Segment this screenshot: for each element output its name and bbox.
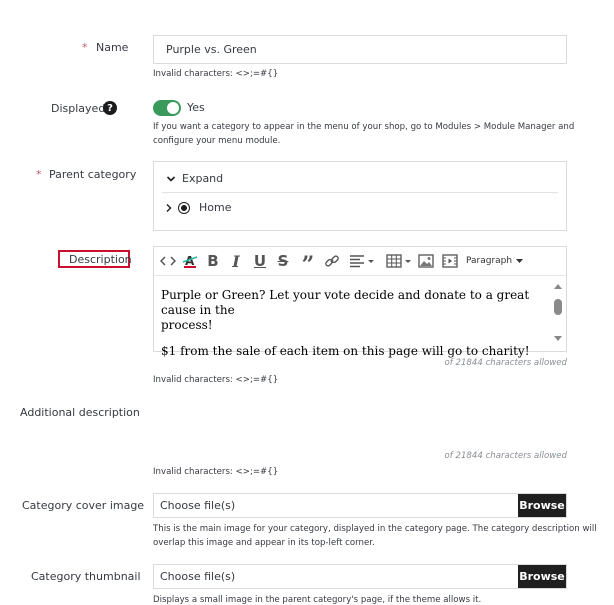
cover-image-label: Category cover image (22, 499, 145, 512)
thumbnail-browse-button[interactable]: Browse (518, 565, 566, 588)
image-icon[interactable] (418, 253, 434, 269)
cover-image-hint-1: This is the main image for your category… (153, 524, 597, 534)
description-label: Description (69, 253, 132, 266)
displayed-hint-2: configure your menu module. (153, 136, 281, 146)
chevron-right-icon[interactable] (164, 203, 174, 213)
chevron-down-icon (166, 175, 176, 182)
cover-image-browse-button[interactable]: Browse (518, 494, 566, 517)
editor-paragraph-1-line-1: Purple or Green? Let your vote decide an… (161, 288, 530, 317)
thumbnail-placeholder: Choose file(s) (160, 570, 236, 583)
scrollbar-thumb[interactable] (554, 299, 562, 315)
radio-dot (181, 204, 187, 211)
text-color-icon[interactable]: A (182, 253, 198, 269)
additional-description-hint: Invalid characters: <>;=#{} (153, 467, 279, 477)
category-tree: Expand Home (153, 161, 567, 231)
name-label: Name (96, 41, 129, 54)
displayed-label: Displayed (51, 102, 106, 115)
name-hint: Invalid characters: <>;=#{} (153, 69, 279, 79)
additional-description-label: Additional description (20, 406, 140, 419)
strikethrough-icon[interactable]: S (276, 252, 290, 270)
name-value: Purple vs. Green (166, 43, 257, 56)
thumbnail-hint: Displays a small image in the parent cat… (153, 595, 482, 605)
required-asterisk: * (82, 41, 88, 54)
help-icon[interactable]: ? (103, 101, 117, 115)
toggle-label: Yes (187, 101, 205, 114)
required-asterisk: * (36, 168, 42, 181)
paragraph-label: Paragraph (466, 256, 513, 266)
editor-toolbar: A B I U S ” Paragraph (154, 247, 566, 276)
editor-paragraph-1-line-2: process! (161, 318, 213, 332)
scroll-up-icon[interactable] (552, 282, 564, 290)
media-icon[interactable] (442, 253, 458, 269)
table-dropdown-icon[interactable] (386, 253, 412, 269)
source-code-icon[interactable] (160, 253, 176, 269)
cover-image-placeholder: Choose file(s) (160, 499, 236, 512)
description-editor: A B I U S ” Paragraph Purple or Green? L… (153, 246, 567, 358)
parent-category-label: Parent category (49, 168, 137, 181)
editor-paragraph-2: $1 from the sale of each item on this pa… (161, 344, 530, 358)
expand-button[interactable]: Expand (166, 172, 223, 185)
thumbnail-file-input[interactable]: Choose file(s) Browse (153, 564, 567, 589)
divider (162, 192, 558, 193)
link-icon[interactable] (324, 253, 340, 269)
expand-label: Expand (182, 172, 224, 185)
additional-description-char-count: of 21844 characters allowed (444, 451, 567, 461)
description-hint: Invalid characters: <>;=#{} (153, 375, 279, 385)
name-input[interactable]: Purple vs. Green (153, 35, 567, 64)
description-char-count: of 21844 characters allowed (444, 358, 567, 368)
caret-down-icon (516, 258, 524, 263)
scroll-down-icon[interactable] (552, 335, 564, 343)
editor-scrollbar[interactable] (552, 279, 564, 347)
tree-item-home: Home (164, 201, 231, 214)
bold-icon[interactable]: B (206, 252, 220, 270)
toggle-knob (167, 102, 179, 114)
home-radio[interactable] (178, 201, 190, 214)
paragraph-format-dropdown[interactable]: Paragraph (466, 253, 526, 269)
italic-icon[interactable]: I (229, 252, 243, 271)
editor-content[interactable]: Purple or Green? Let your vote decide an… (161, 288, 545, 359)
underline-icon[interactable]: U (253, 252, 267, 270)
displayed-toggle[interactable] (153, 100, 181, 116)
tree-item-label: Home (199, 201, 232, 214)
thumbnail-label: Category thumbnail (31, 570, 141, 583)
align-dropdown-icon[interactable] (349, 253, 375, 269)
displayed-hint-1: If you want a category to appear in the … (153, 122, 575, 132)
cover-image-hint-2: overlap this image and appear in its top… (153, 538, 375, 548)
blockquote-icon[interactable]: ” (299, 253, 317, 276)
cover-image-file-input[interactable]: Choose file(s) Browse (153, 493, 567, 518)
